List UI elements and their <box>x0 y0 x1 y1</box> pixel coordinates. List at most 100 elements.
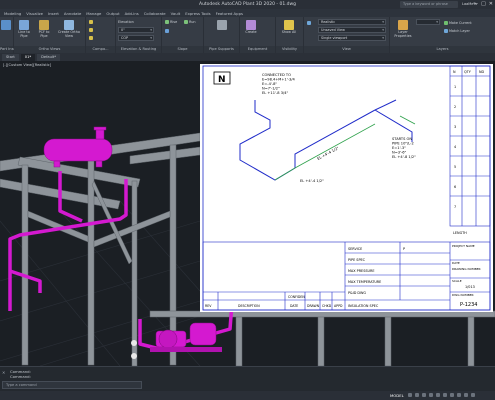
file-tab-start[interactable]: Start <box>2 54 19 61</box>
run-button[interactable]: Run <box>184 20 196 24</box>
bom-row-1-n: 1 <box>454 85 456 89</box>
visual-style-dropdown[interactable]: Realistic <box>318 19 386 25</box>
tb-pid-dwg-label: P&ID DWG <box>348 291 366 295</box>
tab-manage[interactable]: Manage <box>86 11 101 16</box>
line-to-pipe-button[interactable]: Line to Pipe <box>16 20 32 39</box>
fullscreen-icon[interactable] <box>464 393 468 397</box>
fitting-icon <box>89 36 93 40</box>
snap-icon[interactable] <box>415 393 419 397</box>
create-equipment-button[interactable]: Create <box>243 20 259 35</box>
match-layer-button[interactable]: Match Layer <box>444 29 470 33</box>
tab-featured-apps[interactable]: Featured Apps <box>216 11 243 16</box>
create-ortho-view-button[interactable]: Create Ortho View <box>58 20 80 39</box>
make-current-button[interactable]: Make Current <box>444 21 472 25</box>
model-space-toggle[interactable]: MODEL <box>390 392 404 399</box>
north-arrow-icon: N <box>213 71 231 85</box>
component-button-3[interactable] <box>89 36 93 40</box>
component-button-1[interactable] <box>89 20 93 24</box>
iso-note-2-line-1: STARTS ON <box>392 137 412 141</box>
panel-slope: Rise Run Slope <box>162 17 204 53</box>
iso-dim-2: EL +4'-4 1/2" <box>317 146 340 161</box>
viewport-config-dropdown[interactable]: Single viewport <box>318 35 386 41</box>
rise-button[interactable]: Rise <box>165 20 177 24</box>
tab-vault[interactable]: Vault <box>171 11 181 16</box>
iso-note-1-line-1: CONNECTED TO <box>262 73 291 77</box>
show-all-button[interactable]: Show All <box>279 20 299 35</box>
layer-properties-button[interactable]: Layer Properties <box>392 20 414 39</box>
menu-icon[interactable] <box>471 393 475 397</box>
magenta-piping <box>8 171 234 351</box>
tb-scale-label: SCALE <box>452 279 462 283</box>
close-icon[interactable]: ✕ <box>2 370 5 375</box>
flange-icon <box>89 28 93 32</box>
annotation-scale-icon[interactable] <box>443 393 447 397</box>
grid-icon[interactable] <box>408 393 412 397</box>
tb-max-temp-label: MAX TEMPERATURE <box>348 280 381 284</box>
command-history-2: Command: <box>10 374 31 379</box>
close-button[interactable]: ✕ <box>489 1 493 8</box>
layer-state-dropdown[interactable] <box>416 19 440 25</box>
component-button-2[interactable] <box>89 28 93 32</box>
tab-add-ins[interactable]: Add-ins <box>125 11 139 16</box>
lightbulb-icon <box>284 20 294 30</box>
ortho-icon[interactable] <box>422 393 426 397</box>
window-controls: — □ ✕ <box>473 1 493 8</box>
isometric-drawing-sheet: N CONNECTED TO E=98.4+M+1'-3/4 E=-4'-8" … <box>200 64 493 312</box>
visual-style-icon-button[interactable] <box>307 21 311 25</box>
bom-row-6-n: 6 <box>454 185 456 189</box>
panel-visibility: Show All Visibility <box>276 17 304 53</box>
tab-collaborate[interactable]: Collaborate <box>144 11 166 16</box>
tb-service-label: SERVICE <box>348 247 362 251</box>
named-view-dropdown[interactable]: Unsaved View <box>318 27 386 33</box>
tab-insert[interactable]: Insert <box>48 11 59 16</box>
match-layer-icon <box>444 29 448 33</box>
tb-drawn-header: DRAWN <box>307 304 320 308</box>
command-input[interactable]: Type a command <box>2 381 142 389</box>
panel-part-insertion: Part Insertion <box>0 17 24 53</box>
pipe-support-button[interactable] <box>214 20 230 31</box>
tab-modeling[interactable]: Modeling <box>4 11 21 16</box>
model-viewport[interactable]: [-][Custom View][Realistic] N CONNECTED … <box>0 61 495 366</box>
command-line: ✕ Command: Command: Type a command <box>0 366 495 391</box>
tab-output[interactable]: Output <box>106 11 119 16</box>
part-insertion-button[interactable] <box>1 20 11 31</box>
title-block <box>202 241 491 311</box>
tb-drawing-number-label: DRAWING NUMBER <box>452 267 481 271</box>
status-bar: MODEL <box>0 391 495 400</box>
file-tab-01[interactable]: 01* <box>20 54 36 61</box>
polar-icon[interactable] <box>429 393 433 397</box>
tab-annotate[interactable]: Annotate <box>64 11 81 16</box>
iso-pipe-route <box>239 99 413 181</box>
minimize-button[interactable]: — <box>473 1 478 8</box>
osnap-icon[interactable] <box>436 393 440 397</box>
viewport-label[interactable]: [-][Custom View][Realistic] <box>3 63 51 67</box>
elevation-field[interactable]: 0" <box>118 27 154 33</box>
search-input[interactable]: Type a keyword or phrase <box>400 1 458 8</box>
equipment-icon <box>246 20 256 30</box>
panel-label: Equipment <box>240 46 275 53</box>
pipe-icon <box>1 20 11 30</box>
settings-icon[interactable] <box>457 393 461 397</box>
tb-dwg-number-label: DWG NUMBER <box>452 293 474 297</box>
file-tab-default[interactable]: Default* <box>37 54 61 61</box>
tab-visualize[interactable]: Visualize <box>26 11 43 16</box>
bom-row-3-n: 3 <box>454 125 456 129</box>
panel-equipment: Create Equipment <box>240 17 276 53</box>
workspace-icon[interactable] <box>450 393 454 397</box>
tb-project-name-label: PROJECT NAME <box>452 244 475 248</box>
bom-row-2-n: 2 <box>454 105 456 109</box>
cop-dropdown[interactable]: COP <box>118 35 154 41</box>
iso-note-1-line-4: N=7'-1/2" <box>262 87 280 91</box>
tb-confidential: CONFIDEN <box>288 295 305 299</box>
panel-label: Elevation & Routing <box>116 46 161 53</box>
bom-length-header: LENGTH <box>453 231 467 235</box>
tab-express-tools[interactable]: Express Tools <box>185 11 210 16</box>
pump-assembly <box>131 322 222 359</box>
pcf-to-pipe-button[interactable]: PCF to Pipe <box>36 20 52 39</box>
panel-components: Compo... <box>86 17 116 53</box>
panel-label: Ortho Views <box>14 46 85 53</box>
maximize-button[interactable]: □ <box>481 1 486 8</box>
file-tabs: Start 01* Default* <box>0 53 495 61</box>
iso-note-2-line-4: N=3'-6" <box>392 151 407 155</box>
slope-button[interactable] <box>165 29 169 33</box>
